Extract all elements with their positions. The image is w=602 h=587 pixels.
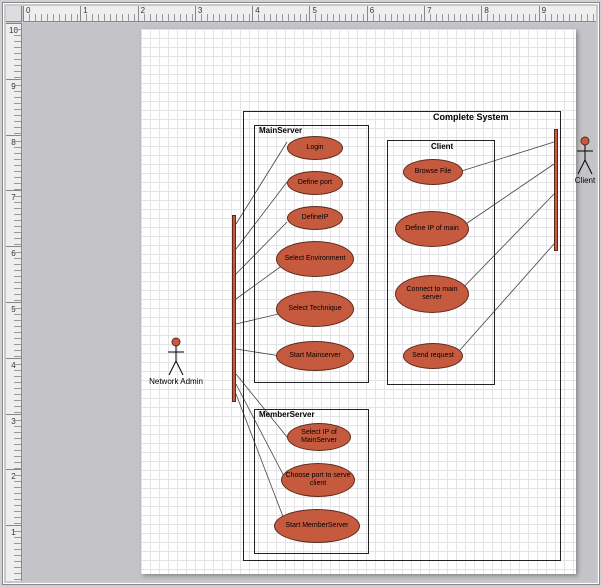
ruler-v-unit: 10 [6, 23, 21, 79]
usecase-start-member[interactable]: Start MemberServer [274, 509, 360, 543]
ruler-v-unit: 2 [6, 469, 21, 525]
association-bar-admin[interactable] [232, 215, 236, 402]
association-bar-client[interactable] [554, 129, 558, 251]
ruler-v-unit: 5 [6, 302, 21, 358]
usecase-connect-main[interactable]: Connect to main server [395, 275, 469, 313]
usecase-start-main[interactable]: Start Mainserver [276, 341, 354, 371]
page[interactable]: Complete System MainServer Login Define … [141, 29, 576, 574]
usecase-define-ip-main[interactable]: Define IP of main [395, 211, 469, 247]
ruler-v-unit: 3 [6, 414, 21, 470]
usecase-choose-port[interactable]: Choose port to serve client [281, 463, 355, 497]
package-client-label: Client [431, 142, 453, 151]
actor-icon [164, 337, 188, 377]
usecase-select-ip-main[interactable]: Select IP of MainServer [287, 423, 351, 451]
ruler-v-unit: 7 [6, 190, 21, 246]
ruler-h-unit: 3 [195, 6, 252, 21]
ruler-corner [6, 6, 22, 22]
ruler-h-unit: 9 [539, 6, 596, 21]
actor-network-admin[interactable]: Network Admin [151, 337, 201, 386]
app-frame: 0 1 2 3 4 5 6 7 8 9 10 9 8 7 6 5 4 3 2 1 [2, 2, 600, 585]
usecase-send-request[interactable]: Send request [403, 343, 463, 369]
ruler-h-unit: 6 [367, 6, 424, 21]
ruler-h-unit: 5 [309, 6, 366, 21]
ruler-h-unit: 0 [23, 6, 80, 21]
actor-label: Client [575, 176, 595, 185]
actor-client[interactable]: Client [560, 136, 602, 185]
ruler-h-unit: 7 [424, 6, 481, 21]
ruler-v-unit: 1 [6, 525, 21, 581]
ruler-h-unit: 2 [138, 6, 195, 21]
actor-label: Network Admin [149, 377, 203, 386]
ruler-v-unit: 9 [6, 79, 21, 135]
usecase-define-ip[interactable]: DefineIP [287, 206, 343, 230]
ruler-h-unit: 8 [481, 6, 538, 21]
system-boundary-label: Complete System [433, 112, 509, 122]
usecase-select-tech[interactable]: Select Technique [276, 291, 354, 327]
canvas-stage[interactable]: Complete System MainServer Login Define … [23, 23, 596, 581]
usecase-define-port[interactable]: Define port [287, 171, 343, 195]
ruler-v-unit: 8 [6, 135, 21, 191]
usecase-select-env[interactable]: Select Environment [276, 241, 354, 277]
ruler-h-unit: 1 [80, 6, 137, 21]
ruler-horizontal[interactable]: 0 1 2 3 4 5 6 7 8 9 [23, 6, 596, 22]
ruler-v-unit: 6 [6, 246, 21, 302]
ruler-v-unit: 4 [6, 358, 21, 414]
usecase-browse-file[interactable]: Browse File [403, 159, 463, 185]
ruler-vertical[interactable]: 10 9 8 7 6 5 4 3 2 1 [6, 23, 22, 581]
ruler-h-unit: 4 [252, 6, 309, 21]
package-mainserver-label: MainServer [259, 126, 302, 135]
package-memberserver-label: MemberServer [259, 410, 315, 419]
actor-icon [573, 136, 597, 176]
usecase-login[interactable]: Login [287, 136, 343, 160]
